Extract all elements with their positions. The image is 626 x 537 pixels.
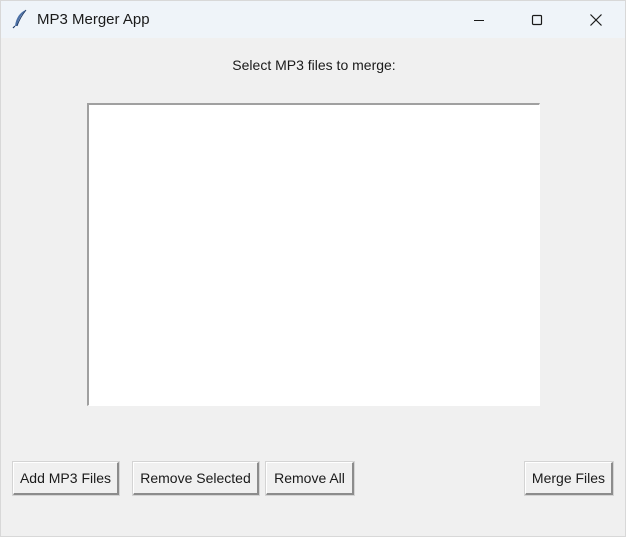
minimize-icon: [473, 14, 485, 26]
remove-selected-button[interactable]: Remove Selected: [132, 461, 260, 496]
merge-files-button[interactable]: Merge Files: [524, 461, 614, 496]
select-files-label: Select MP3 files to merge:: [232, 57, 396, 73]
window-title: MP3 Merger App: [37, 11, 150, 28]
maximize-button[interactable]: [514, 1, 560, 38]
minimize-button[interactable]: [456, 1, 502, 38]
app-window: MP3 Merger App Select MP3 files to merge…: [0, 0, 626, 537]
close-button[interactable]: [573, 1, 619, 38]
mp3-file-listbox[interactable]: [87, 103, 540, 406]
close-icon: [589, 13, 603, 27]
feather-icon: [12, 9, 30, 29]
add-mp3-files-button[interactable]: Add MP3 Files: [12, 461, 120, 496]
remove-all-button[interactable]: Remove All: [265, 461, 355, 496]
maximize-icon: [531, 14, 543, 26]
title-bar[interactable]: MP3 Merger App: [1, 1, 625, 38]
